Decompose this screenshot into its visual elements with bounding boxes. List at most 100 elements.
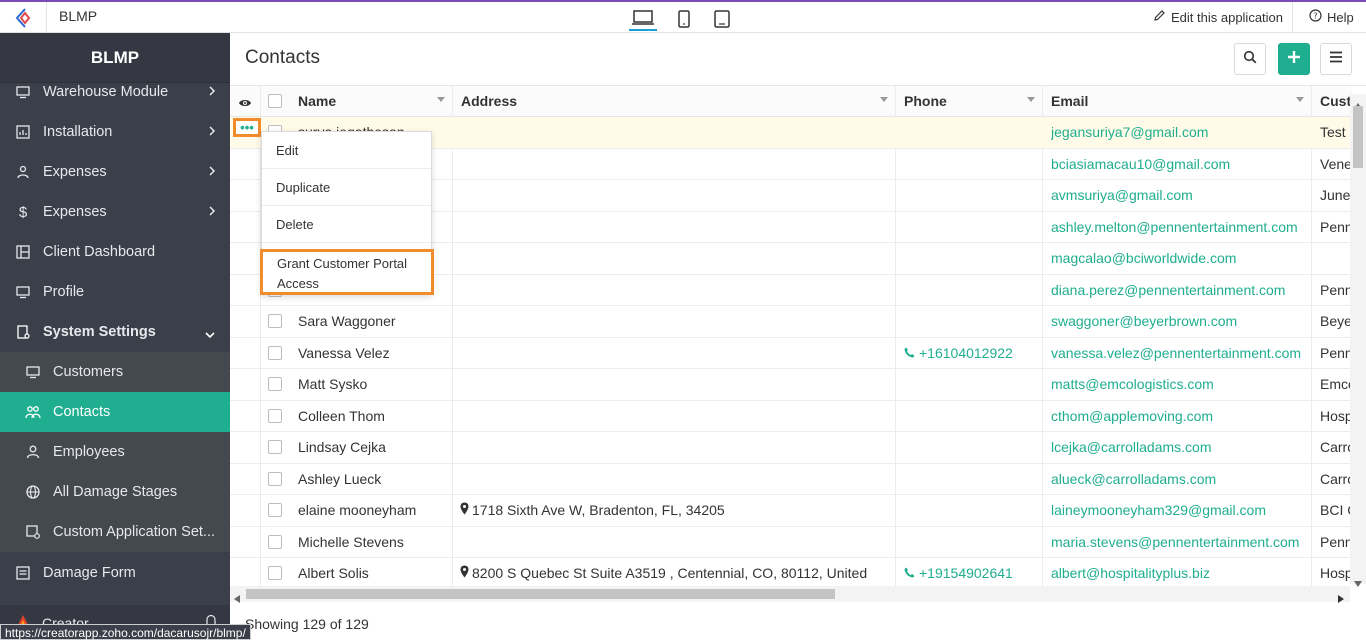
sidebar-item-contacts[interactable]: Contacts [0,392,230,432]
cell-email[interactable]: alueck@carrolladams.com [1051,471,1306,487]
menu-item-duplicate[interactable]: Duplicate [262,169,431,206]
sidebar-item-warehouse-module[interactable]: Warehouse Module [0,72,230,112]
sidebar-item-label: Client Dashboard [43,244,156,260]
cell-name: Vanessa Velez [298,344,390,361]
cell-customer: Carro [1320,470,1350,487]
help-button[interactable]: ? Help [1309,9,1354,25]
cell-phone[interactable]: +16104012922 [919,345,1037,361]
scroll-left-arrow-icon[interactable] [234,590,240,608]
scroll-down-arrow-icon[interactable] [1354,574,1362,592]
sidebar-item-profile[interactable]: Profile [0,272,230,312]
cell-email[interactable]: diana.perez@pennentertainment.com [1051,282,1306,298]
row-checkbox[interactable] [268,408,282,423]
status-bar-url: https://creatorapp.zoho.com/dacarusojr/b… [0,624,251,640]
sidebar-item-employees[interactable]: Employees [0,432,230,472]
column-header-email[interactable]: Email [1051,93,1088,109]
contacts-icon [25,404,41,420]
search-button[interactable] [1234,43,1266,75]
sidebar-item-label: Profile [43,284,85,300]
select-all-checkbox[interactable] [268,94,282,108]
grid-header: Name Address Phone Email Cust [230,86,1352,117]
sort-arrow-icon[interactable] [1296,97,1304,102]
row-checkbox[interactable] [268,503,282,517]
menu-item-delete[interactable]: Delete [262,206,431,243]
cell-customer: Carro [1320,439,1350,455]
sort-arrow-icon[interactable] [880,97,888,102]
eye-icon[interactable] [238,95,252,111]
table-row[interactable]: Matt Sysko matts@emcologistics.com Emco [230,369,1352,401]
app-logo-icon[interactable] [14,7,36,29]
column-header-name[interactable]: Name [298,93,336,109]
row-checkbox[interactable] [268,440,282,454]
cell-email[interactable]: vanessa.velez@pennentertainment.com [1051,345,1306,361]
horizontal-scrollbar[interactable] [230,586,1350,603]
sidebar-item-customers[interactable]: Customers [0,352,230,392]
cell-name: Colleen Thom [298,407,385,424]
chevron-down-icon [204,327,216,343]
edit-application-label: Edit this application [1171,9,1284,25]
sidebar-item-label: System Settings [43,324,156,340]
row-checkbox[interactable] [268,377,282,391]
cell-email[interactable]: bciasiamacau10@gmail.com [1051,156,1306,172]
sidebar-item-label: Expenses [43,204,107,220]
row-actions-button[interactable]: ••• [233,118,261,137]
row-checkbox[interactable] [268,345,282,360]
cell-email[interactable]: ashley.melton@pennentertainment.com [1051,219,1306,235]
sidebar-item-expenses-2[interactable]: $ Expenses [0,192,230,232]
horizontal-scrollbar-thumb[interactable] [246,589,835,599]
row-checkbox[interactable] [268,314,282,328]
vertical-scrollbar[interactable] [1350,94,1366,587]
sidebar-item-label: All Damage Stages [53,484,178,500]
menu-item-edit[interactable]: Edit [262,132,431,169]
column-header-phone[interactable]: Phone [904,93,947,109]
table-row[interactable]: Michelle Stevens maria.stevens@pennentert… [230,527,1352,558]
cell-customer: Emco [1320,376,1350,392]
sort-arrow-icon[interactable] [437,97,445,102]
sidebar-item-all-damage-stages[interactable]: All Damage Stages [0,472,230,512]
form-icon [15,565,31,581]
add-contact-button[interactable] [1278,43,1310,75]
cell-email[interactable]: cthom@applemoving.com [1051,408,1306,424]
cell-email[interactable]: laineymooneyham329@gmail.com [1051,502,1306,518]
column-header-address[interactable]: Address [461,93,517,109]
desktop-view-icon[interactable] [629,7,657,31]
column-header-customer[interactable]: Cust [1320,93,1351,109]
cell-email[interactable]: lcejka@carrolladams.com [1051,439,1306,455]
cell-email[interactable]: magcalao@bciworldwide.com [1051,250,1306,266]
cell-email[interactable]: matts@emcologistics.com [1051,376,1306,392]
cell-email[interactable]: jegansuriya7@gmail.com [1051,124,1306,140]
sidebar-item-client-dashboard[interactable]: Client Dashboard [0,232,230,272]
help-icon: ? [1309,9,1322,25]
cell-email[interactable]: albert@hospitalityplus.biz [1051,565,1306,581]
sidebar-item-expenses[interactable]: Expenses [0,152,230,192]
cell-phone[interactable]: +19154902641 [919,565,1037,581]
sort-arrow-icon[interactable] [1027,97,1035,102]
tablet-view-icon[interactable] [708,7,736,31]
sidebar-item-installation[interactable]: Installation [0,112,230,152]
row-checkbox[interactable] [268,534,282,549]
vertical-scrollbar-thumb[interactable] [1353,106,1363,168]
row-checkbox[interactable] [268,566,282,580]
table-row[interactable]: Sara Waggoner swaggoner@beyerbrown.com Bey… [230,306,1352,338]
row-checkbox[interactable] [268,471,282,486]
edit-application-button[interactable]: Edit this application [1153,9,1283,25]
table-row[interactable]: Ashley Lueck alueck@carrolladams.com Carro [230,464,1352,495]
table-row[interactable]: elaine mooneyham 1718 Sixth Ave W, Braden… [230,495,1352,527]
divider [46,2,47,33]
table-row[interactable]: Albert Solis 8200 S Quebec St Suite A3519… [230,558,1352,587]
cell-customer: Penn [1320,281,1350,298]
mobile-view-icon[interactable] [670,7,698,31]
cell-email[interactable]: avmsuriya@gmail.com [1051,187,1306,203]
scroll-right-arrow-icon[interactable] [1338,590,1344,608]
table-row[interactable]: Vanessa Velez +16104012922 vanessa.velez@p… [230,338,1352,369]
sidebar-item-damage-form[interactable]: Damage Form [0,553,230,593]
monitor-icon [15,84,31,100]
table-row[interactable]: Colleen Thom cthom@applemoving.com Hosp [230,401,1352,432]
menu-button[interactable] [1320,43,1352,75]
cell-email[interactable]: swaggoner@beyerbrown.com [1051,313,1306,329]
cell-email[interactable]: maria.stevens@pennentertainment.com [1051,534,1306,550]
sidebar-item-system-settings[interactable]: System Settings [0,312,230,352]
table-row[interactable]: Lindsay Cejka lcejka@carrolladams.com Carr… [230,432,1352,464]
menu-item-grant-customer-portal-access[interactable]: Grant Customer Portal Access [260,249,434,295]
sidebar-item-custom-application-settings[interactable]: Custom Application Set... [0,512,230,552]
